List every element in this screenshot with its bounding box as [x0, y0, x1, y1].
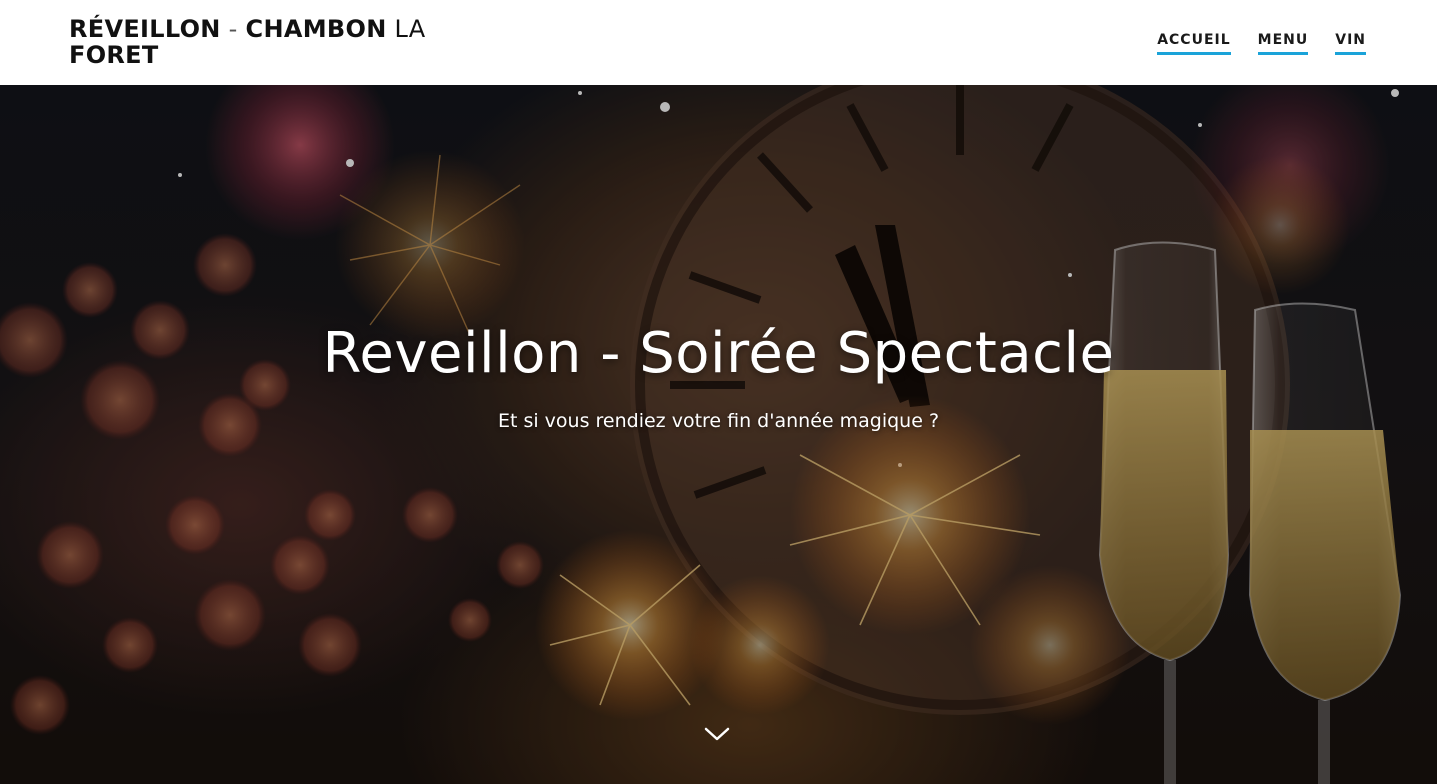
hero-title: Reveillon - Soirée Spectacle — [322, 321, 1115, 386]
hero-section: Reveillon - Soirée Spectacle Et si vous … — [0, 85, 1437, 784]
site-brand[interactable]: RÉVEILLON - CHAMBON LA FORET — [69, 16, 429, 68]
site-header: RÉVEILLON - CHAMBON LA FORET ACCUEIL MEN… — [0, 0, 1437, 85]
nav-link-accueil[interactable]: ACCUEIL — [1157, 32, 1231, 55]
nav-link-menu[interactable]: MENU — [1257, 32, 1309, 55]
brand-part-4: FORET — [69, 41, 159, 69]
main-nav: ACCUEIL MENU VIN — [1157, 32, 1366, 55]
brand-part-2: CHAMBON — [245, 15, 387, 43]
chevron-down-icon[interactable] — [702, 723, 732, 745]
brand-part-3: LA — [394, 15, 426, 43]
nav-link-vin[interactable]: VIN — [1335, 32, 1366, 55]
hero-subtitle: Et si vous rendiez votre fin d'année mag… — [497, 410, 940, 432]
brand-part-1: RÉVEILLON — [69, 15, 221, 43]
hero-darken-overlay — [0, 85, 1437, 784]
brand-separator: - — [228, 15, 238, 43]
